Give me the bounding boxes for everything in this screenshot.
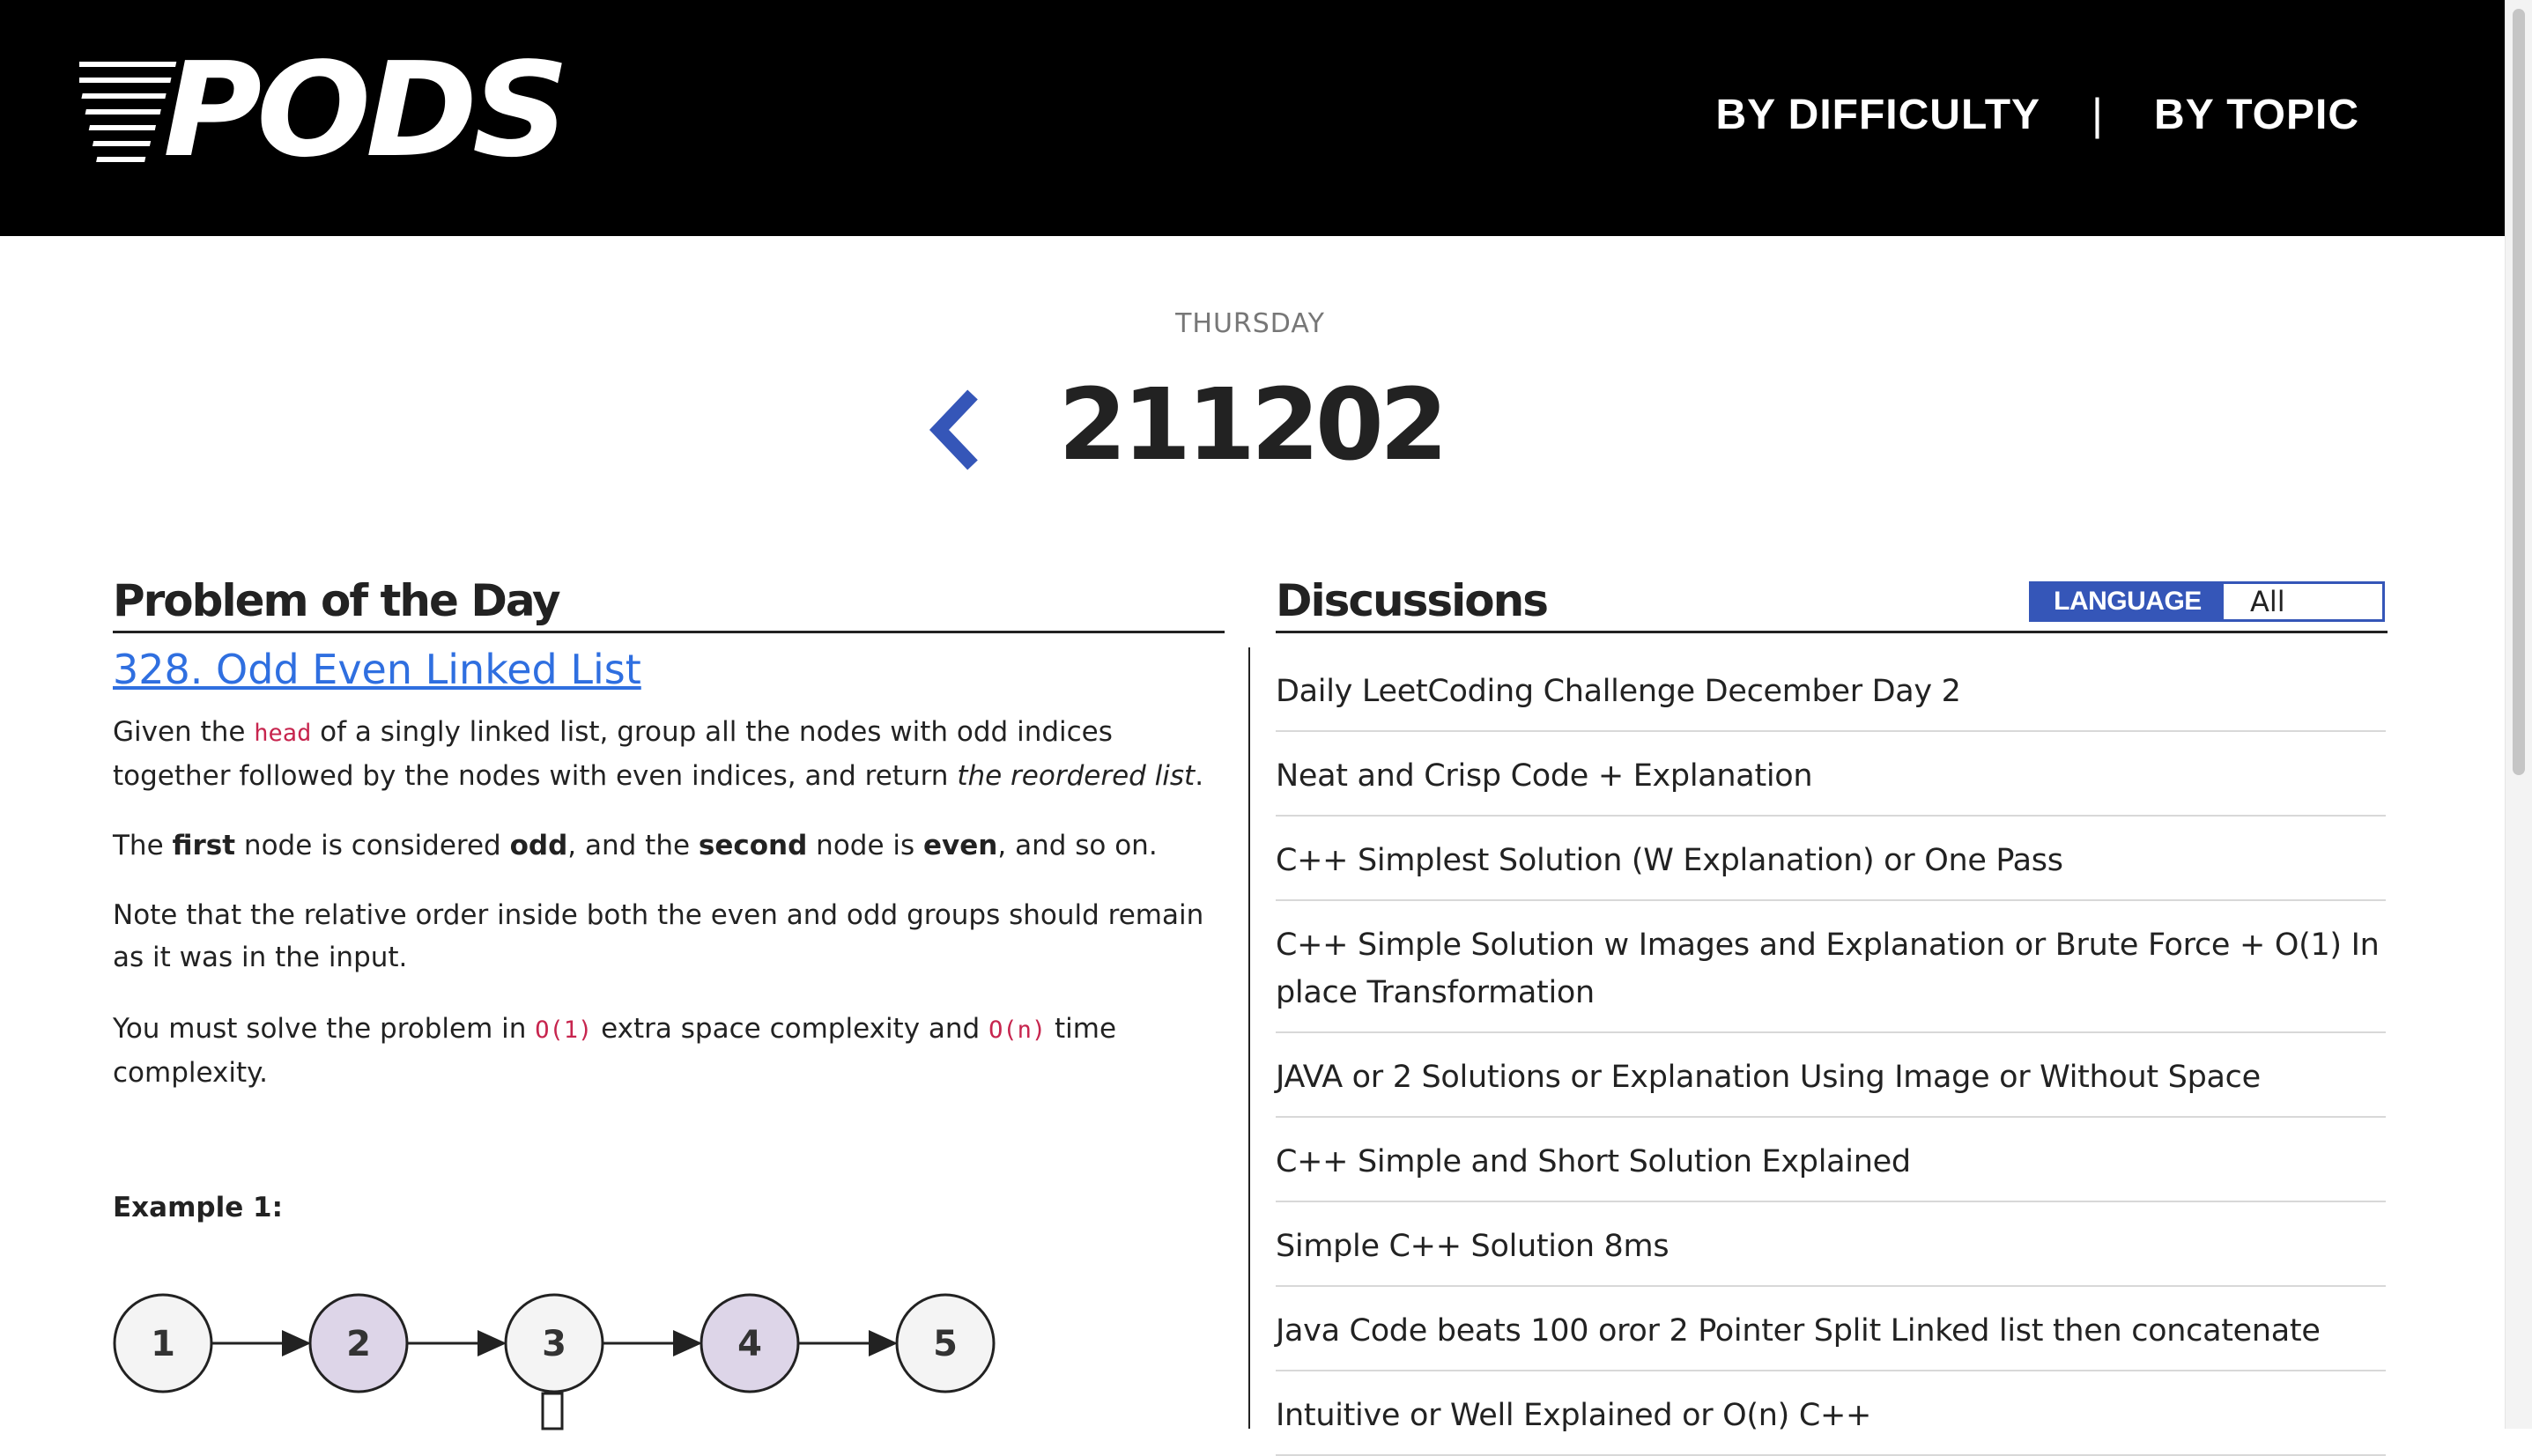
discussion-item[interactable]: C++ Simple Solution w Images and Explana… <box>1276 901 2386 1033</box>
discussions-title-divider <box>1276 631 2388 633</box>
down-arrow-stub <box>541 1392 564 1430</box>
example-title: Example 1: <box>113 1192 283 1223</box>
language-filter-label: LANGUAGE <box>2032 584 2224 619</box>
discussion-item[interactable]: Intuitive or Well Explained or O(n) C++ <box>1276 1371 2386 1456</box>
nav-separator: | <box>2091 90 2104 139</box>
diagram-node-label: 2 <box>346 1324 371 1364</box>
discussion-item[interactable]: C++ Simplest Solution (W Explanation) or… <box>1276 817 2386 901</box>
date-title: 211202 <box>1058 368 1448 483</box>
linked-list-diagram: 1 2 3 4 5 <box>113 1293 996 1430</box>
inline-code-o1: O(1) <box>535 1016 593 1044</box>
discussion-list: Daily LeetCoding Challenge December Day … <box>1276 647 2386 1456</box>
problem-link[interactable]: 328. Odd Even Linked List <box>113 646 641 693</box>
main-nav: BY DIFFICULTY | BY TOPIC <box>1716 84 2360 145</box>
diagram-node-label: 1 <box>151 1324 175 1364</box>
top-navigation-bar: PODS BY DIFFICULTY | BY TOPIC <box>0 0 2505 236</box>
problem-section-title: Problem of the Day <box>113 575 561 626</box>
inline-code-on: O(n) <box>988 1016 1047 1044</box>
discussion-item[interactable]: Java Code beats 100 oror 2 Pointer Split… <box>1276 1287 2386 1371</box>
scrollbar-thumb[interactable] <box>2513 9 2525 775</box>
diagram-node-label: 3 <box>542 1324 566 1364</box>
discussion-item[interactable]: C++ Simple and Short Solution Explained <box>1276 1118 2386 1202</box>
diagram-node-label: 5 <box>933 1324 958 1364</box>
language-filter[interactable]: LANGUAGE All <box>2029 581 2385 622</box>
problem-paragraph-4: You must solve the problem in O(1) extra… <box>113 1013 1117 1089</box>
discussion-item[interactable]: Neat and Crisp Code + Explanation <box>1276 732 2386 817</box>
logo-graphic: PODS <box>79 42 569 174</box>
inline-code-head: head <box>254 720 312 747</box>
discussions-section-title: Discussions <box>1276 575 1549 626</box>
problem-paragraph-3: Note that the relative order inside both… <box>113 899 1204 973</box>
discussion-item[interactable]: Simple C++ Solution 8ms <box>1276 1202 2386 1287</box>
nav-by-difficulty[interactable]: BY DIFFICULTY <box>1716 91 2041 139</box>
column-divider <box>1248 647 1250 1429</box>
diagram-node-label: 4 <box>737 1324 762 1364</box>
problem-paragraph-1: Given the head of a singly linked list, … <box>113 716 1204 792</box>
language-select[interactable]: All <box>2224 584 2382 619</box>
problem-title-divider <box>113 631 1225 633</box>
pods-logo[interactable]: PODS <box>79 42 573 174</box>
weekday-label: THURSDAY <box>1175 308 1325 339</box>
discussion-item[interactable]: JAVA or 2 Solutions or Explanation Using… <box>1276 1033 2386 1118</box>
logo-text: PODS <box>163 42 564 174</box>
nav-by-topic[interactable]: BY TOPIC <box>2154 91 2359 139</box>
discussion-item[interactable]: Daily LeetCoding Challenge December Day … <box>1276 647 2386 732</box>
date-title-wrap: 211202 <box>881 368 1621 483</box>
page-scrollbar[interactable] <box>2505 0 2532 1429</box>
problem-paragraph-2: The first node is considered odd, and th… <box>113 830 1158 861</box>
